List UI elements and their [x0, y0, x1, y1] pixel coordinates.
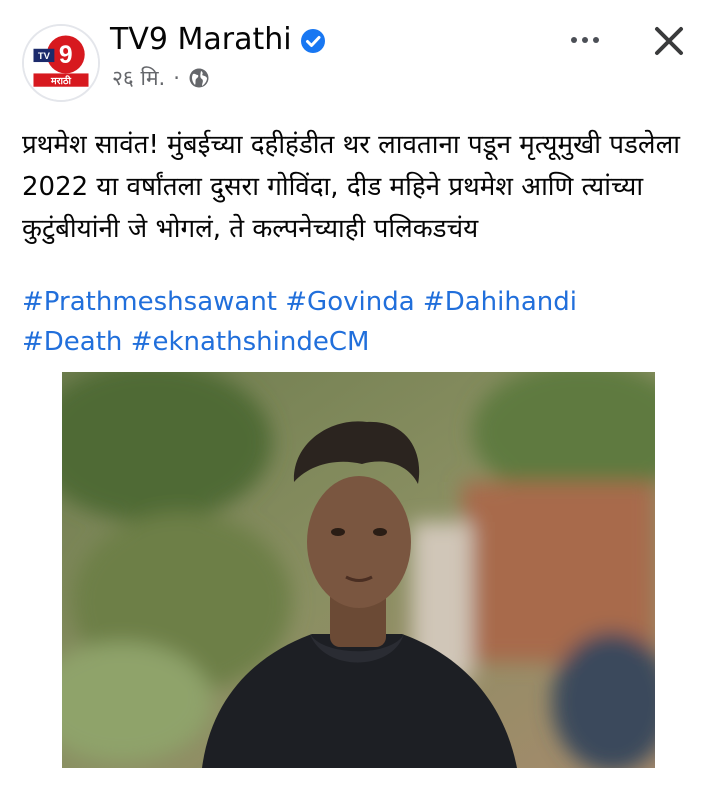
hashtag-link[interactable]: #Prathmeshsawant	[22, 287, 277, 317]
page-name-row[interactable]: TV9 Marathi	[110, 22, 326, 57]
hashtags: #Prathmeshsawant #Govinda #Dahihandi #De…	[22, 282, 682, 362]
hashtag-link[interactable]: #Dahihandi	[423, 287, 577, 317]
verified-badge-icon	[300, 27, 326, 53]
hashtag-link[interactable]: #Govinda	[285, 287, 414, 317]
post-photo[interactable]	[62, 372, 655, 768]
hashtag-link[interactable]: #Death	[22, 327, 122, 357]
more-options-icon[interactable]	[562, 22, 608, 58]
post-text: प्रथमेश सावंत! मुंबईच्या दहीहंडीत थर लाव…	[22, 130, 680, 244]
close-icon[interactable]	[648, 20, 690, 62]
hashtag-link[interactable]: #eknathshindeCM	[131, 327, 370, 357]
svg-text:मराठी: मराठी	[50, 75, 71, 87]
svg-text:TV: TV	[38, 51, 51, 62]
meta-separator: ·	[173, 66, 180, 90]
post-timestamp[interactable]: २६ मि.	[112, 64, 165, 92]
facebook-post: 9 TV मराठी TV9 Marathi २६ मि. · प्रथमेश …	[0, 0, 705, 789]
globe-icon[interactable]	[188, 67, 210, 89]
tv9-logo: 9 TV मराठी	[24, 26, 98, 100]
svg-text:9: 9	[59, 42, 73, 69]
page-avatar[interactable]: 9 TV मराठी	[22, 24, 100, 102]
page-name[interactable]: TV9 Marathi	[110, 22, 292, 57]
post-meta: २६ मि. ·	[112, 64, 210, 92]
